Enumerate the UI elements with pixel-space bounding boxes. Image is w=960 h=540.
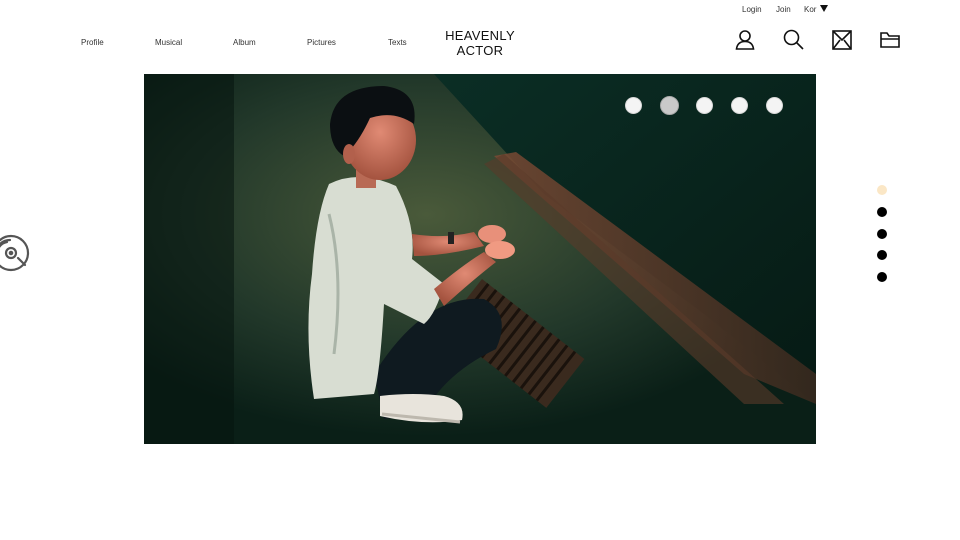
user-icon[interactable] — [733, 28, 757, 52]
site-logo[interactable]: HEAVENLY ACTOR — [440, 28, 520, 58]
section-dot[interactable] — [877, 250, 887, 260]
nav-item-texts[interactable]: Texts — [388, 38, 407, 47]
section-dot[interactable] — [877, 207, 887, 217]
logo-line-1: HEAVENLY — [445, 28, 515, 43]
folder-icon[interactable] — [878, 28, 902, 52]
language-select[interactable]: Kor — [804, 5, 816, 14]
mail-icon[interactable] — [830, 28, 854, 52]
logo-line-2: ACTOR — [456, 43, 504, 58]
slide-dot[interactable] — [625, 97, 642, 114]
join-link[interactable]: Join — [776, 5, 791, 14]
section-dot-active[interactable] — [877, 185, 887, 195]
nav-item-pictures[interactable]: Pictures — [307, 38, 336, 47]
nav-item-musical[interactable]: Musical — [155, 38, 182, 47]
slide-dot[interactable] — [766, 97, 783, 114]
slide-dot[interactable] — [696, 97, 713, 114]
utility-bar: Login Join Kor — [0, 5, 960, 17]
slide-dot[interactable] — [731, 97, 748, 114]
hero-slider-pagination — [0, 96, 960, 117]
search-icon[interactable] — [782, 28, 806, 52]
chevron-down-icon[interactable] — [820, 5, 828, 12]
login-link[interactable]: Login — [742, 5, 762, 14]
slide-dot-active[interactable] — [660, 96, 679, 115]
music-disc-icon[interactable] — [0, 234, 30, 272]
section-dot[interactable] — [877, 229, 887, 239]
nav-item-album[interactable]: Album — [233, 38, 256, 47]
section-dot[interactable] — [877, 272, 887, 282]
hero-image — [144, 74, 816, 444]
nav-item-profile[interactable]: Profile — [81, 38, 104, 47]
